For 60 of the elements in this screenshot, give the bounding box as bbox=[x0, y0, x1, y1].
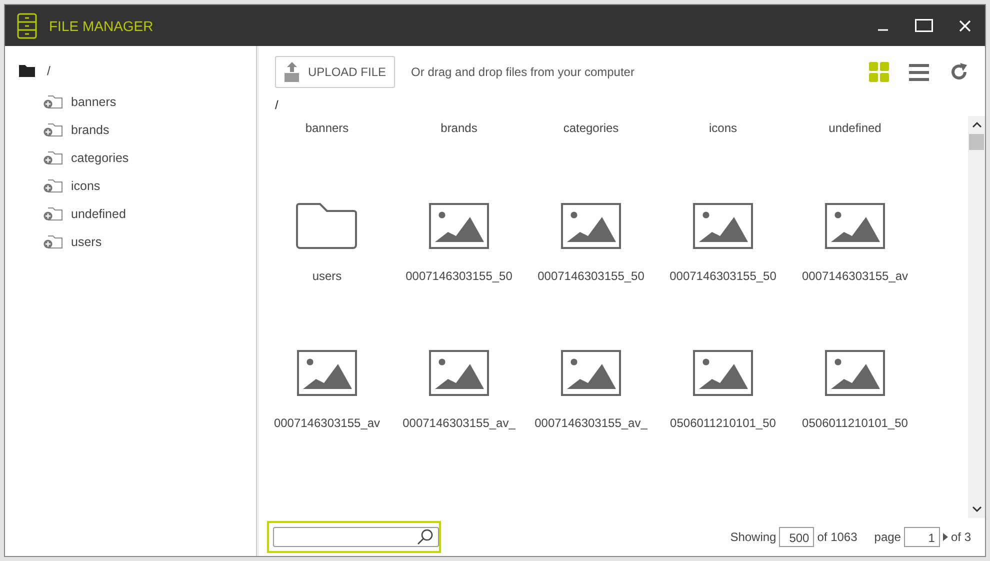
image-icon[interactable] bbox=[561, 203, 621, 249]
item-name[interactable]: 0007146303155_av_ bbox=[534, 416, 648, 430]
refresh-icon[interactable] bbox=[949, 62, 969, 82]
breadcrumb[interactable]: / bbox=[259, 88, 278, 114]
showing-label: Showing bbox=[730, 530, 776, 544]
scroll-up-icon[interactable] bbox=[972, 121, 982, 128]
page-field[interactable]: 1 bbox=[904, 527, 940, 547]
folder-plus-icon[interactable] bbox=[43, 179, 63, 193]
tree-item[interactable]: users bbox=[71, 235, 102, 249]
image-icon[interactable] bbox=[825, 203, 885, 249]
folder-plus-icon[interactable] bbox=[43, 235, 63, 249]
cabinet-icon bbox=[17, 12, 37, 38]
image-icon[interactable] bbox=[561, 350, 621, 396]
folder-icon[interactable] bbox=[296, 203, 358, 249]
item-name[interactable]: 0007146303155_50 bbox=[406, 269, 512, 283]
scrollbar-thumb[interactable] bbox=[969, 134, 984, 150]
total-count: of 1063 bbox=[817, 530, 858, 544]
next-page-icon[interactable] bbox=[942, 533, 948, 541]
tree-item[interactable]: undefined bbox=[71, 207, 126, 221]
item-name[interactable]: users bbox=[312, 269, 342, 283]
maximize-icon[interactable] bbox=[915, 19, 933, 32]
folder-plus-icon[interactable] bbox=[43, 123, 63, 137]
window-title: FILE MANAGER bbox=[49, 18, 154, 34]
tree-item[interactable]: banners bbox=[71, 95, 116, 109]
tree-item[interactable]: categories bbox=[71, 151, 129, 165]
image-icon[interactable] bbox=[825, 350, 885, 396]
item-name[interactable]: brands bbox=[440, 121, 478, 135]
scroll-down-icon[interactable] bbox=[972, 506, 982, 513]
folder-icon bbox=[19, 65, 35, 77]
page-label: page bbox=[874, 530, 901, 544]
image-icon[interactable] bbox=[693, 203, 753, 249]
item-name[interactable]: undefined bbox=[828, 121, 882, 135]
item-name[interactable]: categories bbox=[563, 121, 619, 135]
folder-plus-icon[interactable] bbox=[43, 95, 63, 109]
image-icon[interactable] bbox=[693, 350, 753, 396]
item-name[interactable]: icons bbox=[708, 121, 737, 135]
tree-item[interactable]: brands bbox=[71, 123, 110, 137]
upload-icon bbox=[284, 61, 300, 83]
tree-item[interactable]: / bbox=[47, 64, 50, 78]
item-name[interactable]: 0007146303155_av_ bbox=[402, 416, 516, 430]
tree-item[interactable]: icons bbox=[71, 179, 100, 193]
close-icon[interactable] bbox=[959, 20, 971, 32]
item-name[interactable]: 0007146303155_50 bbox=[670, 269, 776, 283]
item-name[interactable]: 0007146303155_50 bbox=[538, 269, 644, 283]
item-name[interactable]: 0007146303155_av bbox=[274, 416, 380, 430]
per-page-field[interactable]: 500 bbox=[779, 527, 814, 547]
search-field[interactable] bbox=[267, 521, 441, 553]
item-name[interactable]: 0506011210101_50 bbox=[670, 416, 776, 430]
upload-file-button[interactable]: UPLOAD FILE bbox=[275, 56, 396, 88]
list-view-icon[interactable] bbox=[909, 64, 929, 80]
item-name[interactable]: 0506011210101_50 bbox=[802, 416, 908, 430]
item-name[interactable]: banners bbox=[305, 121, 349, 135]
item-name[interactable]: 0007146303155_av bbox=[802, 269, 908, 283]
image-icon[interactable] bbox=[297, 350, 357, 396]
folder-plus-icon[interactable] bbox=[43, 151, 63, 165]
drag-drop-hint: Or drag and drop files from your computer bbox=[411, 65, 634, 79]
folder-plus-icon[interactable] bbox=[43, 207, 63, 221]
image-icon[interactable] bbox=[429, 203, 489, 249]
page-count: of 3 bbox=[950, 530, 971, 544]
image-icon[interactable] bbox=[429, 350, 489, 396]
